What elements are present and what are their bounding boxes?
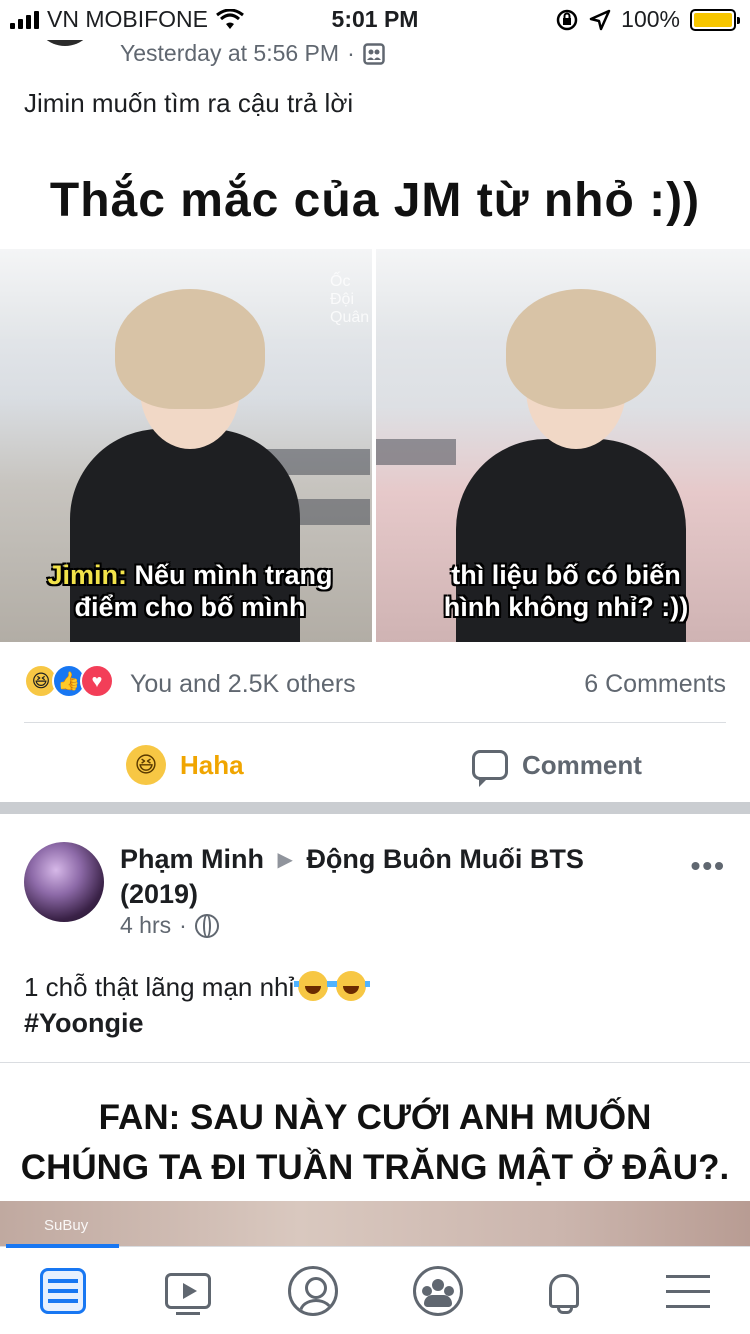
notifications-icon [543,1268,583,1314]
reaction-icons[interactable]: 😆 👍 ♥ [24,664,114,698]
haha-label: Haha [180,749,244,780]
tab-notifications[interactable] [500,1247,625,1334]
groups-icon [412,1265,463,1316]
battery-fill [694,12,732,27]
comment-button[interactable]: Comment [472,738,642,792]
caption-speaker: Jimin: [47,560,127,590]
location-icon [589,9,611,30]
tab-newsfeed[interactable] [0,1247,125,1334]
meme2-watermark: SuBuy [44,1217,89,1234]
meme2-title-line2: CHÚNG TA ĐI TUẦN TRĂNG MẬT Ở ĐÂU?. [20,1148,730,1187]
post2-text-content: 1 chỗ thật lãng mạn nhỉ [24,972,295,1002]
tab-menu[interactable] [625,1247,750,1334]
rotation-lock-icon [556,9,578,30]
caption-left-line2: điểm cho bố mình [74,592,306,622]
arrow-right-icon: ▶ [277,849,293,871]
post2-time[interactable]: 4 hrs [120,912,171,939]
haha-reaction-button[interactable]: 😆 Haha [126,738,244,792]
profile-icon [287,1265,338,1316]
public-globe-icon [194,913,219,938]
battery-icon [690,8,740,31]
newsfeed-icon [39,1267,86,1314]
caption-right: thì liệu bố có biến hình không nhỉ? :)) [406,559,726,623]
more-options-icon[interactable]: ••• [691,850,726,882]
post1-meta: Yesterday at 5:56 PM · [120,40,385,67]
battery-percent: 100% [621,6,680,32]
meme-watermark: Ốc Đội Quân [330,273,370,326]
active-tab-indicator [6,1244,119,1248]
post1-image[interactable]: Thắc mắc của JM từ nhỏ :)) Ốc Đội Quân J… [0,141,750,642]
bottom-tab-bar [0,1244,750,1334]
meta-separator: · [179,912,187,938]
comment-icon [472,750,508,787]
menu-icon [665,1273,710,1309]
post2-image[interactable]: FAN: SAU NÀY CƯỚI ANH MUỐN CHÚNG TA ĐI T… [0,1063,750,1246]
caption-left-line1: Nếu mình trang [134,560,333,590]
tab-watch[interactable] [125,1247,250,1334]
post2-header: Phạm Minh ▶ Động Buôn Muối BTS (2019) [120,842,640,911]
tab-profile[interactable] [250,1247,375,1334]
group-privacy-icon [362,42,385,65]
post2-hashtag[interactable]: #Yoongie [24,1008,144,1039]
divider [24,722,726,723]
post2-meta: 4 hrs · [120,912,219,939]
tab-groups[interactable] [375,1247,500,1334]
caption-left: Jimin: Nếu mình trang điểm cho bố mình [20,559,360,623]
tears-of-joy-icon [294,971,333,1001]
love-reaction-icon: ♥ [80,664,114,698]
meme-photo-right: thì liệu bố có biến hình không nhỉ? :)) [376,249,750,642]
meme-title: Thắc mắc của JM từ nhỏ :)) [49,174,701,227]
status-bar: VN MOBIFONE 5:01 PM 100% [0,0,750,40]
meme-photo-left: Ốc Đội Quân Jimin: Nếu mình trang điểm c… [0,249,372,642]
meme2-photo [0,1201,750,1246]
post1-timestamp[interactable]: Yesterday at 5:56 PM [120,40,339,67]
watch-icon [164,1272,211,1315]
meta-separator: · [347,40,355,66]
status-right: 100% [555,6,740,33]
person-hair [506,289,656,409]
haha-icon: 😆 [126,745,166,785]
post-separator [0,802,750,814]
tears-of-joy-icon [332,971,371,1001]
post1-text: Jimin muốn tìm ra cậu trả lời [24,88,354,118]
post2-author-name[interactable]: Phạm Minh [120,844,264,874]
person-hair [115,289,265,409]
store-shelf [376,439,456,465]
comments-count[interactable]: 6 Comments [584,670,726,699]
post2-author-avatar[interactable] [24,842,104,922]
meme2-title-line1: FAN: SAU NÀY CƯỚI ANH MUỐN [98,1098,652,1137]
comment-label: Comment [522,749,642,780]
post2-text: 1 chỗ thật lãng mạn nhỉ [24,968,371,1006]
reactions-summary[interactable]: You and 2.5K others [130,670,356,699]
caption-right-line2: hình không nhỉ? :)) [443,592,689,622]
caption-right-line1: thì liệu bố có biến [451,560,681,590]
